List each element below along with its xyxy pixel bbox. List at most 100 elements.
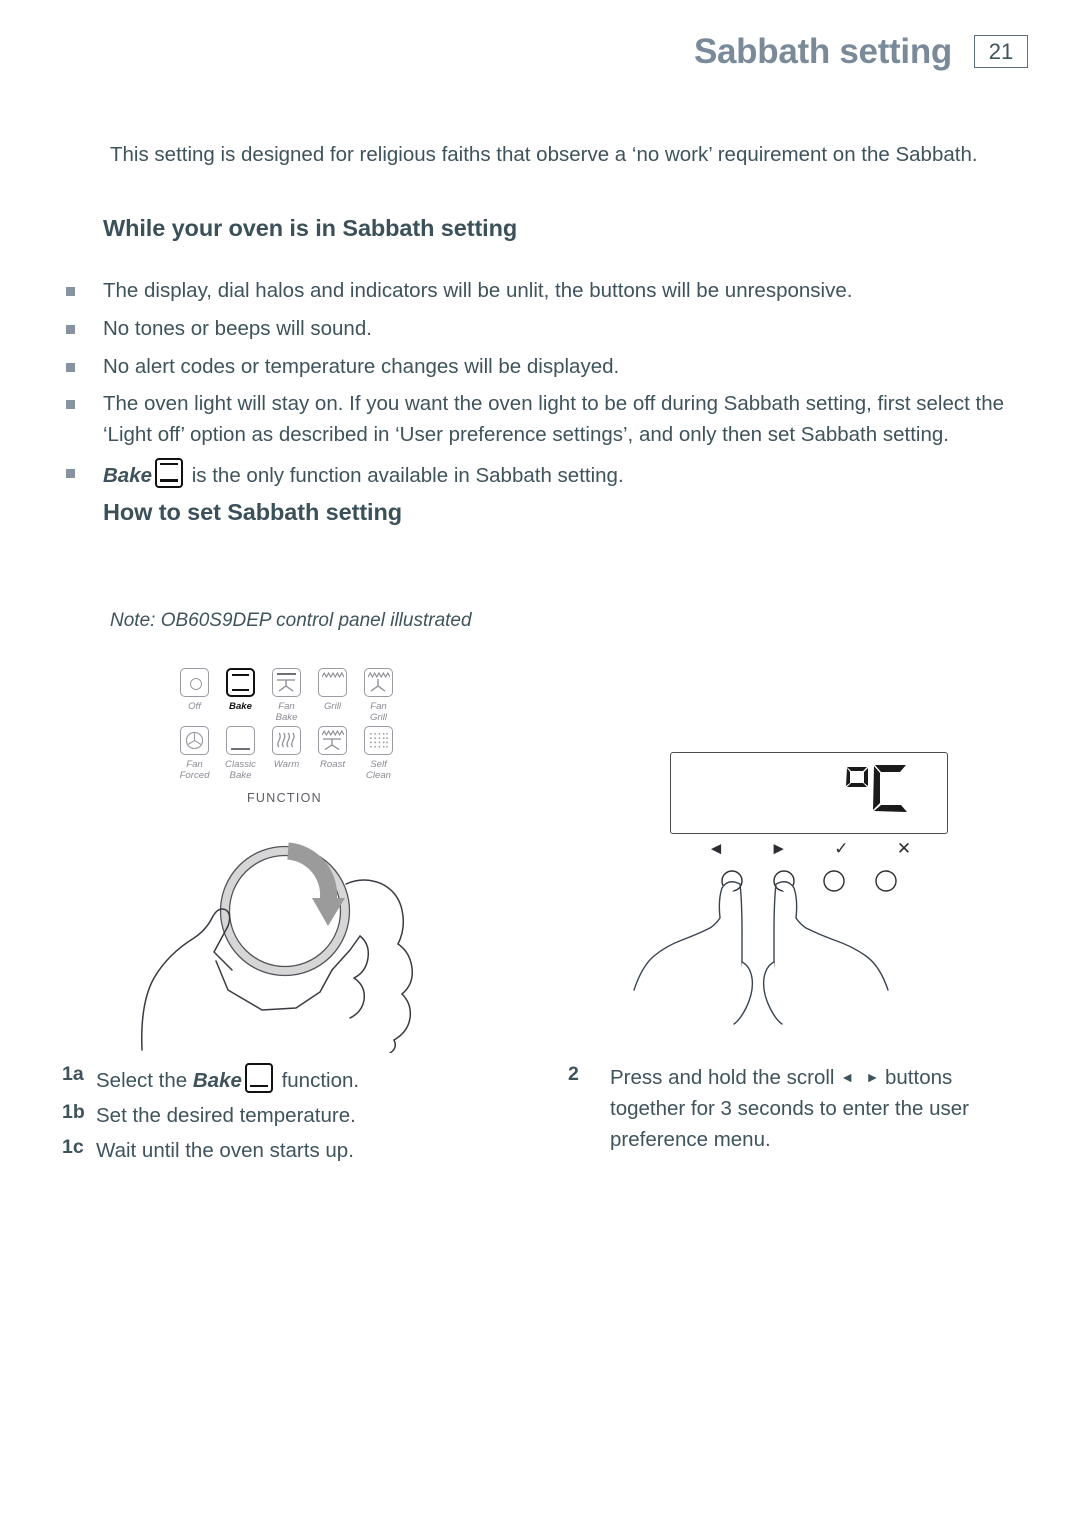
- oven-off-icon: [180, 668, 209, 697]
- fan-y-glyph: [277, 679, 295, 692]
- bake-emphasis: Bake: [192, 1069, 242, 1092]
- bullet-square-icon: [66, 324, 75, 334]
- step-text: Wait until the oven starts up.: [96, 1138, 354, 1162]
- scroll-right-button[interactable]: ►: [763, 840, 795, 857]
- function-label: Off: [188, 701, 201, 712]
- function-cell-classic-bake: Classic Bake: [218, 725, 263, 782]
- bullet-text: The oven light will stay on. If you want…: [103, 392, 1005, 446]
- heat-waves-glyph: [277, 732, 295, 748]
- function-label: Fan Grill: [369, 701, 388, 724]
- function-cell-fan-bake: Fan Bake: [264, 668, 309, 724]
- function-cell-fan-forced: Fan Forced: [172, 725, 217, 782]
- scroll-left-icon: ◄: [840, 1069, 855, 1085]
- step-number: 1b: [62, 1100, 85, 1123]
- function-cell-off: Off: [172, 668, 217, 724]
- function-label: Classic Bake: [225, 758, 256, 781]
- function-cell-roast: Roast: [310, 725, 355, 782]
- fan-y-glyph: [370, 679, 386, 692]
- list-item: The oven light will stay on. If you want…: [66, 389, 1026, 451]
- function-label: Self Clean: [365, 758, 392, 781]
- function-cell-warm: Warm: [264, 725, 309, 782]
- fan-y-glyph: [323, 737, 341, 750]
- step-text-pre: Select the: [96, 1069, 193, 1092]
- function-cell-self-clean: Self Clean: [356, 725, 401, 782]
- bottom-element-glyph: [231, 747, 250, 750]
- scroll-left-button[interactable]: ◄: [700, 840, 732, 857]
- bake-icon: [226, 668, 255, 697]
- list-item: No alert codes or temperature changes wi…: [66, 352, 1026, 383]
- function-cell-bake: Bake: [218, 668, 263, 724]
- letter-c-glyph: [873, 765, 907, 812]
- note-text: Note: OB60S9DEP control panel illustrate…: [110, 610, 472, 631]
- scroll-right-icon: ►: [865, 1069, 880, 1085]
- display-button-row: ◄ ► ✓ ✕: [700, 840, 920, 857]
- grill-icon: [318, 668, 347, 697]
- list-item-bake: Bake is the only function available in S…: [66, 457, 1026, 492]
- fan-blades-glyph: [185, 731, 204, 749]
- confirm-button[interactable]: ✓: [825, 840, 857, 857]
- step-1c: 1c Wait until the oven starts up.: [62, 1136, 522, 1167]
- function-label: Fan Forced: [179, 758, 210, 781]
- function-dial-caption: FUNCTION: [247, 791, 322, 806]
- bake-emphasis: Bake: [103, 463, 153, 487]
- step-1b: 1b Set the desired temperature.: [62, 1101, 522, 1132]
- bullet-square-icon: [66, 468, 75, 478]
- bullet-list: The display, dial halos and indicators w…: [66, 276, 1026, 499]
- self-clean-icon: [364, 725, 393, 755]
- zigzag-element-glyph: [322, 672, 344, 678]
- step-text: Select the Bake function.: [96, 1063, 522, 1097]
- step-text: Set the desired temperature.: [96, 1103, 356, 1127]
- bullet-text: No tones or beeps will sound.: [103, 316, 372, 340]
- function-label: Grill: [323, 701, 342, 712]
- step-text: Press and hold the scroll ◄ ► buttons to…: [610, 1063, 1018, 1155]
- bottom-element-glyph: [232, 688, 249, 691]
- bullet-text: No alert codes or temperature changes wi…: [103, 354, 620, 378]
- two-fingers-pressing-buttons-illustration: [633, 870, 897, 1025]
- function-label: Fan Bake: [275, 701, 298, 724]
- classic-bake-icon: [226, 725, 255, 755]
- oven-display-panel: [670, 752, 948, 834]
- warm-icon: [272, 725, 301, 755]
- page-header: Sabbath setting 21: [694, 34, 1028, 69]
- top-element-glyph: [232, 674, 249, 677]
- step-2: 2 Press and hold the scroll ◄ ► buttons …: [568, 1063, 1018, 1155]
- bake-function-icon: [244, 1063, 273, 1093]
- bullet-square-icon: [66, 287, 75, 296]
- cancel-button-circle[interactable]: [875, 870, 897, 892]
- roast-icon: [318, 725, 347, 755]
- step-number: 2: [568, 1063, 579, 1085]
- circle-glyph: [189, 677, 202, 690]
- page-title: Sabbath setting: [693, 32, 952, 71]
- right-hand-outline: [762, 881, 889, 1025]
- page-number-box: 21: [974, 35, 1028, 68]
- heading-how-to-set: How to set Sabbath setting: [103, 499, 402, 525]
- step-1a: 1a Select the Bake function.: [62, 1063, 522, 1097]
- page-number: 21: [988, 38, 1014, 64]
- function-label: Bake: [229, 701, 252, 712]
- list-item: No tones or beeps will sound.: [66, 314, 1026, 345]
- steps-column-left: 1a Select the Bake function. 1b Set the …: [62, 1063, 522, 1170]
- confirm-button-circle[interactable]: [823, 870, 845, 892]
- bullet-square-icon: [66, 400, 75, 410]
- cancel-button[interactable]: ✕: [888, 840, 920, 857]
- function-label: Warm: [273, 758, 300, 770]
- step-text-post: function.: [275, 1069, 360, 1092]
- heading-while-in-sabbath: While your oven is in Sabbath setting: [103, 215, 518, 241]
- degree-symbol-glyph: [846, 767, 868, 787]
- bake-function-icon: [155, 457, 184, 488]
- step-number: 1a: [62, 1063, 84, 1085]
- function-label: Roast: [319, 758, 346, 770]
- steps-column-right: 2 Press and hold the scroll ◄ ► buttons …: [568, 1063, 1018, 1159]
- list-item: The display, dial halos and indicators w…: [66, 276, 1026, 307]
- left-hand-outline: [633, 881, 754, 1025]
- function-dial-panel-illustration: Off Bake Fan Bake Grill Fan Grill Fan Fo…: [172, 668, 397, 805]
- step-text-pre: Press and hold the scroll: [610, 1066, 841, 1089]
- bullet-text: The display, dial halos and indicators w…: [103, 279, 853, 302]
- function-cell-fan-grill: Fan Grill: [356, 668, 401, 724]
- dot-grid-glyph: [369, 732, 388, 748]
- bullet-square-icon: [66, 362, 75, 372]
- bullet-text-rest: is the only function available in Sabbat…: [191, 463, 624, 487]
- function-cell-grill: Grill: [310, 668, 355, 724]
- fan-bake-icon: [272, 668, 301, 697]
- intro-paragraph: This setting is designed for religious f…: [110, 143, 978, 166]
